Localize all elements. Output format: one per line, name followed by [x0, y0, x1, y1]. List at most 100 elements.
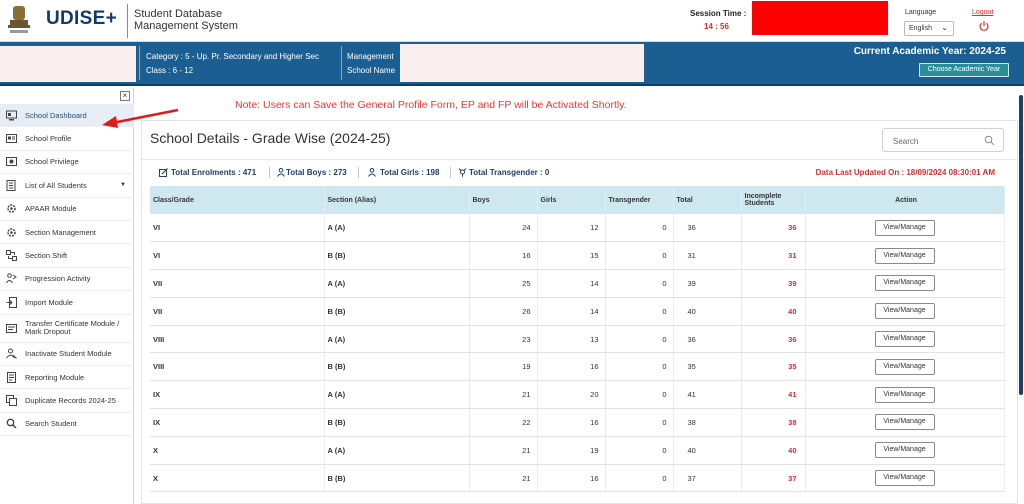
list-icon: [6, 179, 16, 191]
sidebar-item-label: Import Module: [25, 297, 73, 307]
total-boys: Total Boys : 273: [286, 168, 347, 177]
brand-logo[interactable]: UDISE+: [46, 8, 117, 30]
view-manage-button[interactable]: View/Manage: [874, 470, 935, 487]
sidebar-item-list-of-all-students[interactable]: List of All Students ▼: [0, 174, 134, 198]
transgender-icon: [458, 168, 467, 177]
sidebar-item-label: Progression Activity: [25, 274, 91, 284]
view-manage-button[interactable]: View/Manage: [874, 247, 935, 264]
divider: [269, 167, 270, 178]
sidebar-item-school-privilege[interactable]: School Privilege: [0, 151, 134, 175]
cell-class: IX: [150, 380, 325, 410]
cell-total: 38: [673, 408, 742, 437]
totals-bar: Total Enrolments : 471 Total Boys : 273 …: [142, 159, 1017, 184]
category-text: Category : 5 - Up. Pr. Secondary and Hig…: [146, 52, 319, 61]
edit-icon: [159, 168, 168, 177]
cell-class: VII: [150, 269, 325, 298]
notice-text: Note: Users can Save the General Profile…: [235, 99, 627, 111]
caret-down-icon: ▼: [120, 182, 126, 189]
sidebar-item-progression-activity[interactable]: Progression Activity: [0, 268, 134, 292]
cell-boys: 24: [469, 214, 538, 243]
cell-section: A (A): [324, 269, 470, 298]
sidebar-item-apaar-module[interactable]: APAAR Module: [0, 198, 134, 221]
scrollbar-thumb[interactable]: [1019, 95, 1023, 395]
cell-transgender: 0: [605, 352, 674, 382]
cell-incomplete: 40: [741, 436, 806, 465]
view-manage-button[interactable]: View/Manage: [874, 275, 935, 292]
sidebar-item-search-student[interactable]: Search Student: [0, 413, 134, 437]
col-header-action: Action: [805, 186, 1005, 214]
transfer-icon: [6, 323, 17, 333]
sidebar-item-section-shift[interactable]: Section Shift: [0, 244, 134, 268]
cell-class: X: [150, 464, 325, 493]
user-icon: [277, 168, 285, 177]
cell-boys: 19: [469, 352, 538, 382]
sidebar-item-label: Reporting Module: [25, 372, 85, 382]
sidebar-item-school-profile[interactable]: School Profile: [0, 127, 134, 151]
cell-incomplete: 37: [741, 464, 806, 493]
cell-girls: 20: [537, 380, 606, 410]
cell-total: 37: [673, 464, 742, 493]
sidebar-item-section-management[interactable]: Section Management: [0, 221, 134, 245]
close-icon[interactable]: ×: [120, 91, 130, 101]
sidebar-item-label: List of All Students: [25, 180, 87, 190]
cell-action: View/Manage: [805, 380, 1005, 410]
sidebar-item-label: Search Student: [25, 419, 77, 429]
col-header-boys[interactable]: Boys: [469, 186, 538, 214]
view-manage-button[interactable]: View/Manage: [874, 414, 935, 431]
col-header-class[interactable]: Class/Grade: [150, 186, 325, 214]
divider: [358, 167, 359, 178]
cell-action: View/Manage: [805, 269, 1005, 298]
system-title: Student Database Management System: [134, 8, 238, 32]
view-manage-button[interactable]: View/Manage: [874, 442, 935, 459]
col-header-girls[interactable]: Girls: [537, 186, 606, 214]
search-input[interactable]: Search: [882, 128, 1004, 152]
cell-incomplete: 39: [741, 269, 806, 298]
sidebar-item-duplicate-records[interactable]: Duplicate Records 2024-25: [0, 389, 134, 413]
sidebar-item-label: APAAR Module: [25, 204, 77, 214]
sidebar-item-transfer-certificate[interactable]: Transfer Certificate Module / Mark Dropo…: [0, 315, 134, 343]
cell-action: View/Manage: [805, 241, 1005, 271]
search-icon: [6, 419, 17, 429]
cell-boys: 26: [469, 297, 538, 326]
col-header-transgender[interactable]: Transgender: [605, 186, 674, 214]
choose-academic-year-button[interactable]: Choose Academic Year: [919, 63, 1009, 77]
sidebar-item-import-module[interactable]: Import Module: [0, 291, 134, 315]
cell-section: B (B): [324, 408, 470, 437]
power-icon[interactable]: [978, 20, 990, 32]
view-manage-button[interactable]: View/Manage: [874, 358, 935, 375]
view-manage-button[interactable]: View/Manage: [874, 303, 935, 320]
sidebar-item-label: School Dashboard: [25, 110, 87, 120]
cell-class: IX: [150, 408, 325, 437]
table-row: VI A (A) 24 12 0 36 36 View/Manage: [150, 214, 1005, 243]
school-details-card: School Details - Grade Wise (2024-25) Se…: [141, 120, 1018, 504]
view-manage-button[interactable]: View/Manage: [874, 219, 935, 236]
shift-icon: [6, 250, 17, 262]
data-updated-text: Data Last Updated On : 18/09/2024 08:30:…: [815, 168, 995, 177]
redacted-block: [752, 1, 888, 35]
sidebar-item-reporting-module[interactable]: Reporting Module: [0, 366, 134, 390]
col-header-total[interactable]: Total: [673, 186, 742, 214]
sidebar-item-label: Section Management: [25, 227, 96, 237]
cell-incomplete: 36: [741, 325, 806, 354]
language-value: English: [909, 25, 932, 32]
divider: [450, 167, 451, 178]
cell-girls: 13: [537, 325, 606, 354]
view-manage-button[interactable]: View/Manage: [874, 331, 935, 348]
col-header-incomplete[interactable]: Incomplete Students: [741, 186, 806, 214]
sidebar-item-inactivate-student[interactable]: Inactivate Student Module: [0, 343, 134, 366]
cell-girls: 16: [537, 408, 606, 437]
logout-link[interactable]: Logout: [972, 9, 993, 16]
language-select[interactable]: English ⌄: [904, 21, 954, 36]
cell-incomplete: 35: [741, 352, 806, 382]
sidebar-item-label: Transfer Certificate Module / Mark Dropo…: [25, 319, 120, 337]
cell-section: A (A): [324, 436, 470, 465]
cell-class: VIII: [150, 325, 325, 354]
page-title: School Details - Grade Wise (2024-25): [150, 130, 391, 146]
col-header-section[interactable]: Section (Alias): [324, 186, 470, 214]
cell-section: A (A): [324, 325, 470, 354]
view-manage-button[interactable]: View/Manage: [874, 386, 935, 403]
table-row: VIII A (A) 23 13 0 36 36 View/Manage: [150, 325, 1005, 354]
inactivate-icon: [6, 348, 17, 360]
duplicate-icon: [6, 394, 17, 406]
table-row: VIII B (B) 19 16 0 35 35 View/Manage: [150, 352, 1005, 382]
